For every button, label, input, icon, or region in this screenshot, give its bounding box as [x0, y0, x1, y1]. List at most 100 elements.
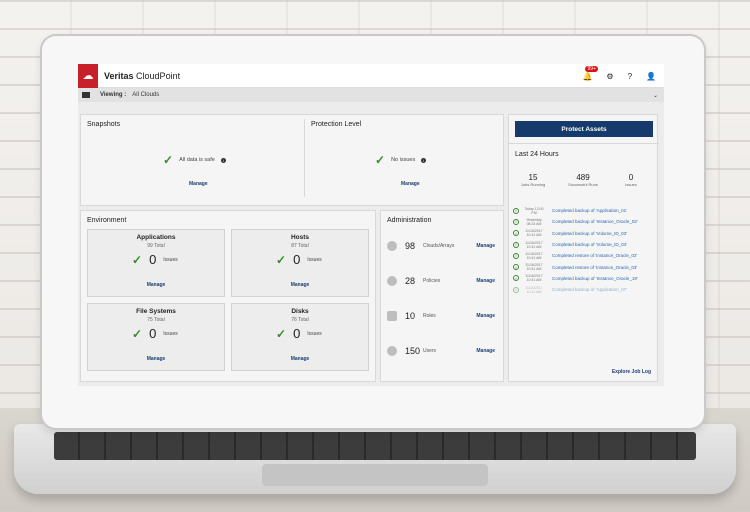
- card-total: 76 Total: [291, 317, 309, 323]
- checkmark-icon: ✓: [132, 326, 143, 341]
- viewing-label: Viewing :: [100, 92, 127, 98]
- success-check-icon: ✓: [513, 218, 519, 225]
- protection-manage-link[interactable]: Manage: [401, 181, 420, 187]
- hosts-manage-link[interactable]: Manage: [232, 282, 368, 288]
- hosts-card[interactable]: Hosts 87 Total ✓ 0 Issues Manage: [231, 229, 369, 297]
- job-text[interactable]: Completed backup of 'Instance_Oracle_02': [552, 219, 638, 224]
- chevron-down-icon[interactable]: ⌄: [653, 92, 658, 99]
- job-time: 11/16/2017 10:41 AM: [525, 285, 543, 294]
- info-icon[interactable]: i: [220, 157, 226, 163]
- job-time: 11/16/2017 10:41 AM: [525, 263, 543, 272]
- admin-label: Clouds/Arrays: [423, 243, 455, 249]
- admin-row-roles: 10 Roles Manage: [387, 309, 495, 323]
- job-text[interactable]: Completed restore of 'Instance_Oracle_02…: [552, 253, 637, 258]
- job-time: 11/16/2017 10:41 AM: [525, 274, 543, 283]
- card-total: 87 Total: [291, 243, 309, 249]
- app-header: ☁ Veritas CloudPoint 🔔 99+ ⚙ ? 👤: [78, 64, 664, 88]
- clouds-manage-link[interactable]: Manage: [476, 243, 495, 249]
- info-icon[interactable]: i: [421, 157, 427, 163]
- admin-label: Policies: [423, 278, 441, 284]
- admin-label: Roles: [423, 313, 436, 319]
- card-issues: ✓ 0 Issues: [276, 252, 322, 267]
- cloud-icon: [387, 241, 397, 251]
- stat-value: 15: [528, 173, 538, 182]
- admin-label: Users: [423, 348, 437, 354]
- file-systems-manage-link[interactable]: Manage: [88, 356, 224, 362]
- brand-light: CloudPoint: [136, 70, 181, 81]
- success-check-icon: ✓: [513, 275, 519, 282]
- stat-label: Jobs Running: [520, 182, 546, 187]
- stat-value: 489: [576, 173, 590, 182]
- success-check-icon: ✓: [513, 252, 519, 259]
- notifications-bell-icon[interactable]: 🔔 99+: [582, 65, 598, 81]
- brand-bold: Veritas: [104, 70, 134, 81]
- file-systems-card[interactable]: File Systems 75 Total ✓ 0 Issues Manage: [87, 303, 225, 371]
- viewing-filter-bar[interactable]: Viewing : All Clouds ⌄: [78, 88, 664, 102]
- list-item[interactable]: ✓ 11/16/2017 10:41 AM Completed restore of…: [513, 261, 653, 272]
- job-text[interactable]: Completed backup of 'Volume_ID_03': [552, 231, 627, 236]
- trackpad: [262, 464, 488, 486]
- issue-count: 0: [293, 252, 301, 267]
- header-icons: 🔔 99+ ⚙ ? 👤: [582, 64, 656, 88]
- success-check-icon: ✓: [513, 286, 519, 293]
- card-title: Disks: [291, 308, 309, 315]
- issue-count: 0: [149, 252, 157, 267]
- administration-title: Administration: [387, 217, 432, 224]
- card-title: Hosts: [290, 234, 310, 241]
- list-item[interactable]: ✓ Today 12:00 PM Completed backup of 'Appl…: [513, 205, 653, 216]
- app-screen: ☁ Veritas CloudPoint 🔔 99+ ⚙ ? 👤 Viewing …: [78, 64, 664, 386]
- divider: [509, 143, 659, 144]
- users-manage-link[interactable]: Manage: [476, 348, 495, 354]
- applications-manage-link[interactable]: Manage: [88, 282, 224, 288]
- success-check-icon: ✓: [513, 264, 519, 271]
- viewing-select[interactable]: All Clouds: [132, 92, 159, 98]
- admin-count: 150: [405, 346, 421, 356]
- checkmark-icon: ✓: [163, 153, 174, 167]
- applications-card[interactable]: Applications 99 Total ✓ 0 Issues Manage: [87, 229, 225, 297]
- disks-manage-link[interactable]: Manage: [232, 356, 368, 362]
- protect-assets-button[interactable]: Protect Assets: [515, 121, 653, 137]
- cloud-logo-icon[interactable]: ☁: [78, 64, 98, 88]
- job-time: 11/16/2017 10:41 AM: [525, 251, 543, 260]
- list-item[interactable]: ✓ 11/16/2017 10:41 AM Completed backup of …: [513, 284, 653, 295]
- environment-title: Environment: [87, 217, 127, 224]
- list-item[interactable]: ✓ Yesterday 08:23 AM Completed backup of '…: [513, 216, 653, 227]
- issues-stat: 0 Issues: [611, 173, 651, 187]
- list-item[interactable]: ✓ 11/16/2017 10:41 AM Completed backup of …: [513, 273, 653, 284]
- snapshots-manage-link[interactable]: Manage: [189, 181, 208, 187]
- job-text[interactable]: Completed backup of 'Application_01': [552, 208, 627, 213]
- explore-job-log-link[interactable]: Explore Job Log: [612, 369, 651, 375]
- help-icon[interactable]: ?: [628, 72, 632, 81]
- job-text[interactable]: Completed backup of 'Application_07': [552, 287, 627, 292]
- policy-icon: [387, 276, 397, 286]
- user-icon: [387, 346, 397, 356]
- gear-icon[interactable]: ⚙: [606, 72, 613, 81]
- disks-card[interactable]: Disks 76 Total ✓ 0 Issues Manage: [231, 303, 369, 371]
- list-item[interactable]: ✓ 11/16/2017 10:41 AM Completed backup of …: [513, 239, 653, 250]
- issues-label: Issues: [163, 330, 178, 337]
- success-check-icon: ✓: [513, 241, 519, 248]
- checkmark-icon: ✓: [132, 252, 143, 267]
- job-text[interactable]: Completed backup of 'Instance_Oracle_19': [552, 276, 638, 281]
- snapshots-protection-panel: Snapshots ✓ All data is safe i Manage Pr…: [80, 114, 504, 206]
- issues-label: Issues: [307, 256, 322, 263]
- jobs-running-stat: 15 Jobs Running: [513, 173, 553, 187]
- card-issues: ✓ 0 Issues: [132, 326, 178, 341]
- stat-value: 0: [628, 173, 634, 182]
- list-item[interactable]: ✓ 11/16/2017 10:41 AM Completed restore of…: [513, 250, 653, 261]
- notification-badge: 99+: [585, 65, 598, 72]
- snapshots-status-text: All data is safe: [179, 157, 215, 163]
- policies-manage-link[interactable]: Manage: [476, 278, 495, 284]
- user-icon[interactable]: 👤: [646, 72, 656, 81]
- protection-status-text: No issues: [391, 157, 416, 163]
- keyboard: [54, 432, 696, 460]
- admin-row-policies: 28 Policies Manage: [387, 274, 495, 288]
- job-text[interactable]: Completed restore of 'Instance_Oracle_03…: [552, 265, 637, 270]
- card-total: 99 Total: [147, 243, 165, 249]
- issues-label: Issues: [163, 256, 178, 263]
- card-title: File Systems: [136, 308, 176, 315]
- job-text[interactable]: Completed backup of 'Volume_ID_04': [552, 242, 627, 247]
- list-item[interactable]: ✓ 11/16/2017 10:41 AM Completed backup of …: [513, 228, 653, 239]
- admin-row-users: 150 Users Manage: [387, 344, 495, 358]
- roles-manage-link[interactable]: Manage: [476, 313, 495, 319]
